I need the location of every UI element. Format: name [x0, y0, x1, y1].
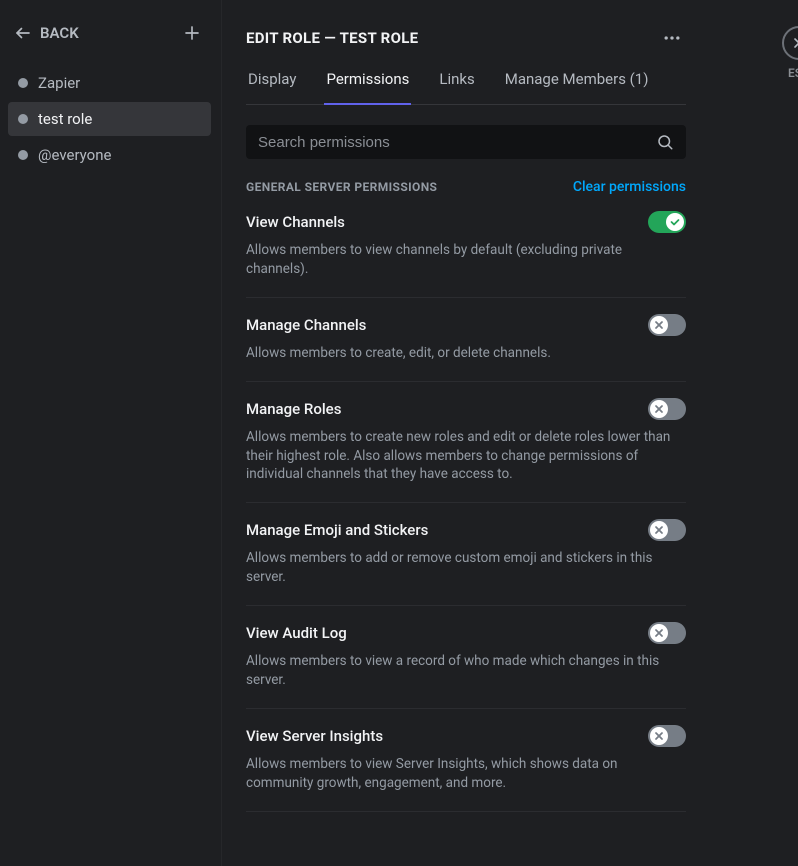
search-icon [656, 133, 674, 151]
tab[interactable]: Permissions [324, 70, 411, 104]
permission-description: Allows members to create, edit, or delet… [246, 344, 686, 363]
permission-description: Allows members to view a record of who m… [246, 652, 686, 690]
close-panel: ESC [730, 26, 798, 80]
permission-row: Manage Roles Allows members to create ne… [246, 382, 686, 504]
role-color-dot [18, 150, 28, 160]
role-label: Zapier [38, 74, 80, 92]
add-role-button[interactable] [179, 20, 205, 46]
permission-description: Allows members to create new roles and e… [246, 428, 686, 485]
x-icon [653, 730, 665, 742]
role-item[interactable]: @everyone [8, 138, 211, 172]
permission-title: View Server Insights [246, 727, 383, 745]
search-input[interactable] [258, 134, 656, 151]
close-button[interactable] [782, 26, 798, 60]
permission-title: Manage Channels [246, 316, 366, 334]
role-color-dot [18, 78, 28, 88]
x-icon [653, 403, 665, 415]
tab[interactable]: Manage Members (1) [503, 70, 651, 104]
toggle-knob [650, 624, 668, 642]
role-label: @everyone [38, 146, 111, 164]
check-icon [669, 216, 681, 228]
role-label: test role [38, 110, 92, 128]
permission-toggle[interactable] [648, 725, 686, 747]
permission-header: View Channels [246, 211, 686, 233]
x-icon [653, 319, 665, 331]
permission-toggle[interactable] [648, 519, 686, 541]
permission-header: View Audit Log [246, 622, 686, 644]
main-panel: EDIT ROLE — TEST ROLE Display Permissions… [222, 0, 710, 866]
plus-icon [183, 24, 201, 42]
close-icon [791, 35, 798, 51]
role-item[interactable]: Zapier [8, 66, 211, 100]
toggle-knob [650, 727, 668, 745]
tab[interactable]: Links [437, 70, 476, 104]
permission-row: View Channels Allows members to view cha… [246, 211, 686, 298]
section-header: GENERAL SERVER PERMISSIONS Clear permiss… [246, 179, 686, 195]
roles-sidebar: BACK Zapier test role @everyone [0, 0, 222, 866]
x-icon [653, 627, 665, 639]
permission-row: View Server Insights Allows members to v… [246, 709, 686, 812]
role-color-dot [18, 114, 28, 124]
permission-description: Allows members to add or remove custom e… [246, 549, 686, 587]
right-gutter: ESC [710, 0, 798, 866]
back-button[interactable]: BACK [14, 24, 79, 42]
permission-header: Manage Roles [246, 398, 686, 420]
tab[interactable]: Display [246, 70, 298, 104]
permission-row: Manage Channels Allows members to create… [246, 298, 686, 382]
permission-header: Manage Channels [246, 314, 686, 336]
permission-description: Allows members to view channels by defau… [246, 241, 686, 279]
permission-title: Manage Roles [246, 400, 341, 418]
permission-description: Allows members to view Server Insights, … [246, 755, 686, 793]
back-label: BACK [40, 24, 79, 42]
permission-row: View Audit Log Allows members to view a … [246, 606, 686, 709]
permission-title: View Channels [246, 213, 345, 231]
more-button[interactable] [658, 24, 686, 52]
tabs: Display Permissions Links Manage Members (1… [246, 70, 686, 105]
esc-label: ESC [788, 66, 798, 80]
dots-horizontal-icon [662, 28, 682, 48]
x-icon [653, 524, 665, 536]
permission-toggle[interactable] [648, 398, 686, 420]
permission-toggle[interactable] [648, 314, 686, 336]
role-list: Zapier test role @everyone [8, 66, 211, 172]
role-item[interactable]: test role [8, 102, 211, 136]
toggle-knob [666, 213, 684, 231]
permission-header: View Server Insights [246, 725, 686, 747]
permission-row: Manage Emoji and Stickers Allows members… [246, 503, 686, 606]
toggle-knob [650, 521, 668, 539]
permission-title: Manage Emoji and Stickers [246, 521, 428, 539]
arrow-left-icon [14, 24, 32, 42]
main-header: EDIT ROLE — TEST ROLE [246, 24, 686, 52]
toggle-knob [650, 316, 668, 334]
permission-title: View Audit Log [246, 624, 347, 642]
section-title: GENERAL SERVER PERMISSIONS [246, 180, 437, 194]
permission-toggle[interactable] [648, 211, 686, 233]
permissions-list: View Channels Allows members to view cha… [246, 211, 686, 812]
clear-permissions-link[interactable]: Clear permissions [573, 179, 686, 195]
permission-header: Manage Emoji and Stickers [246, 519, 686, 541]
toggle-knob [650, 400, 668, 418]
sidebar-header: BACK [8, 20, 211, 66]
permission-toggle[interactable] [648, 622, 686, 644]
search-permissions[interactable] [246, 125, 686, 159]
page-title: EDIT ROLE — TEST ROLE [246, 29, 418, 47]
